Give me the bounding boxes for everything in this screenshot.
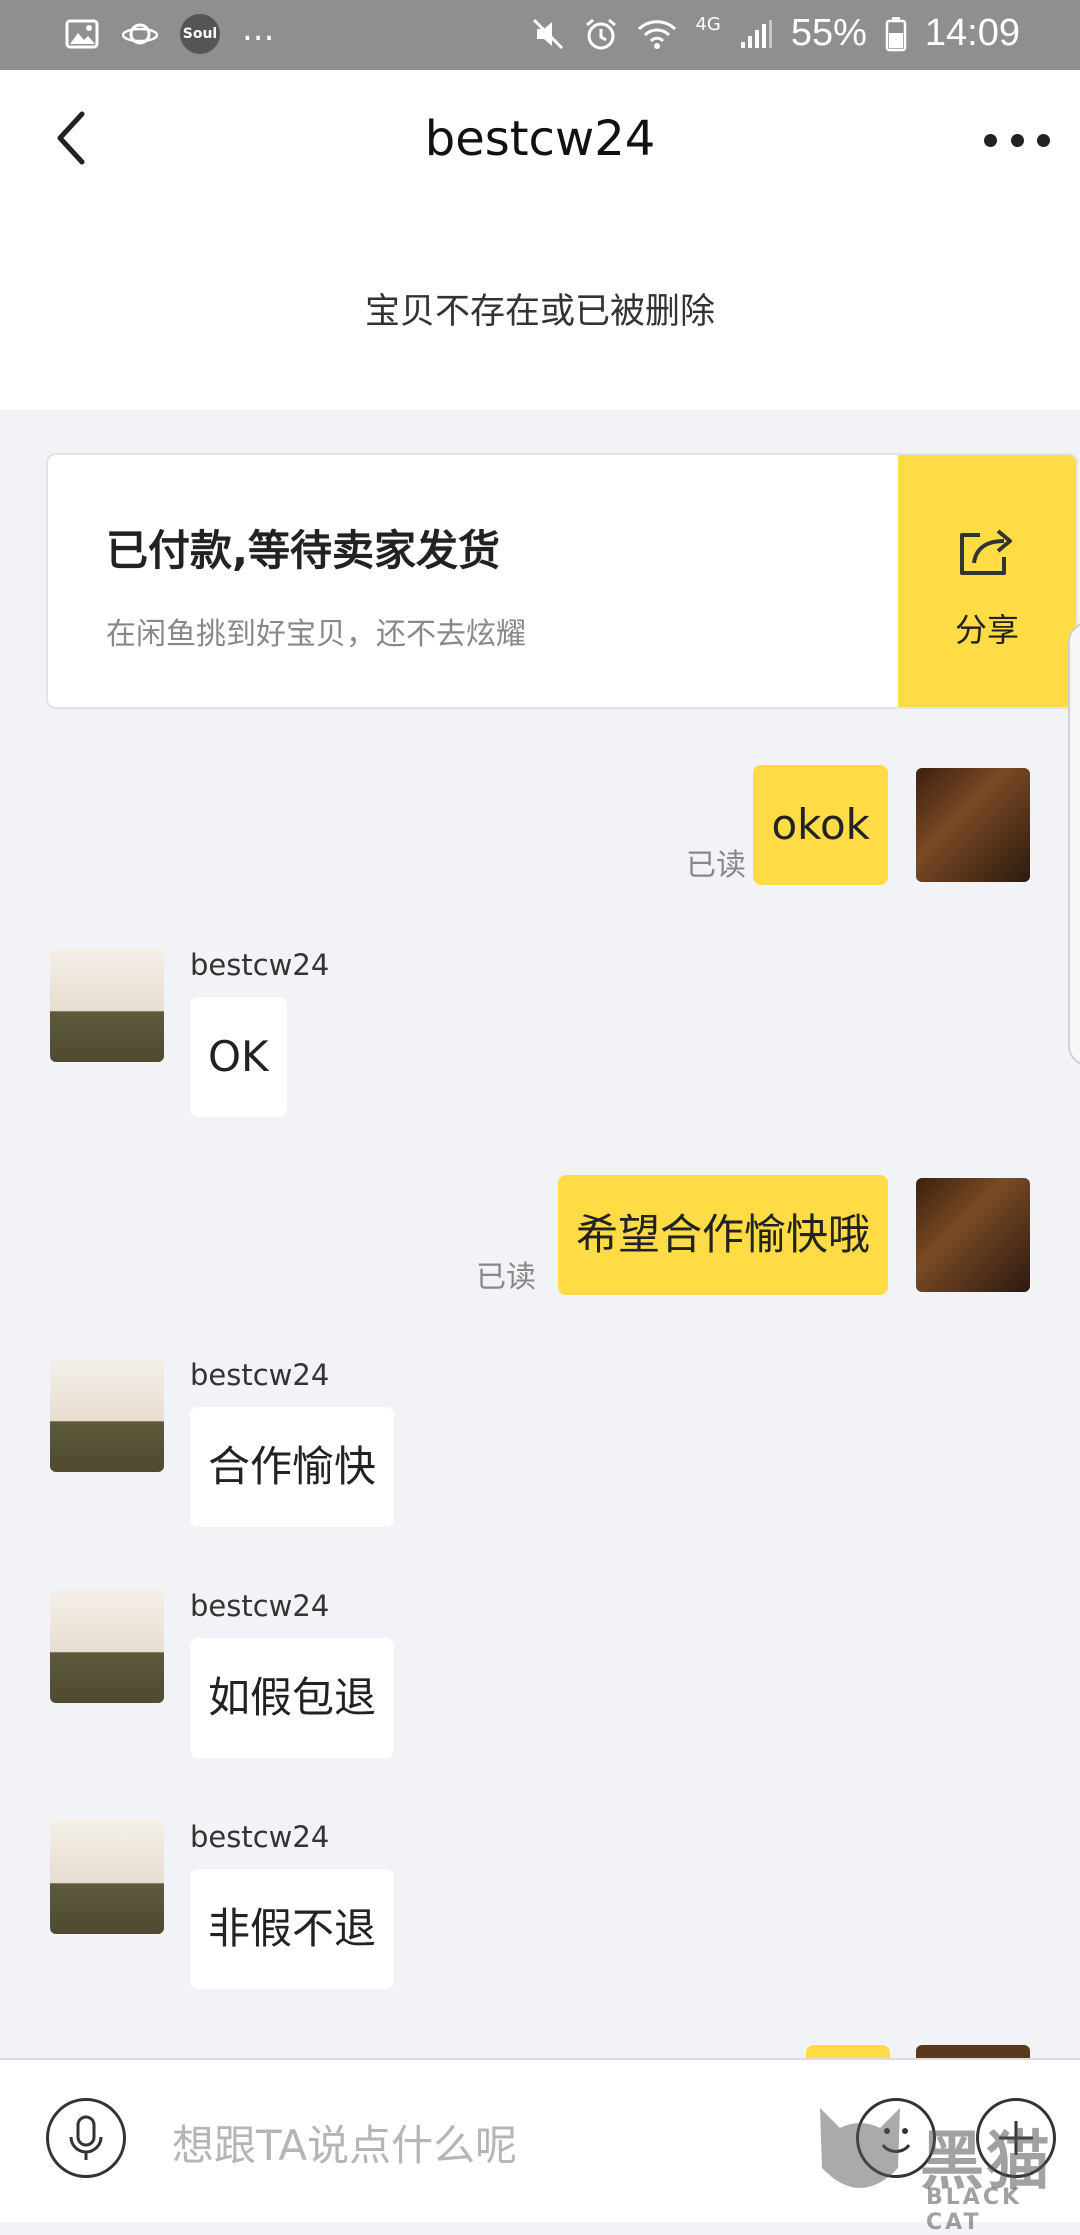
sender-name: bestcw24 <box>190 948 330 982</box>
mute-icon <box>533 18 564 49</box>
contact-avatar[interactable] <box>50 1820 164 1934</box>
status-right-icons: 4G 55% 14:09 <box>531 12 1020 55</box>
more-options-button[interactable] <box>984 120 1050 160</box>
message-bubble-received[interactable]: 非假不退 <box>190 1869 395 1989</box>
page-title: bestcw24 <box>424 111 656 167</box>
alarm-icon <box>586 18 617 49</box>
message-bubble-sent[interactable]: okok <box>753 765 888 885</box>
status-bar: Soul ... 4G 55% 14:09 <box>0 0 1080 70</box>
more-notifications-icon: ... <box>242 9 275 49</box>
battery-icon <box>885 16 907 51</box>
gallery-icon <box>64 16 100 52</box>
message-bubble-sent[interactable]: 希望合作愉快哦 <box>557 1175 888 1295</box>
network-type: 4G <box>695 14 721 35</box>
contact-avatar[interactable] <box>50 1358 164 1472</box>
order-status-title: 已付款,等待卖家发货 <box>106 526 500 575</box>
microphone-icon <box>69 2115 103 2160</box>
planet-icon <box>122 16 158 52</box>
sender-name: bestcw24 <box>190 1589 330 1623</box>
voice-button[interactable] <box>46 2098 126 2178</box>
battery-percent: 55% <box>790 12 867 54</box>
my-avatar[interactable] <box>916 768 1030 882</box>
soul-app-icon: Soul <box>180 14 220 54</box>
signal-icon <box>740 19 772 48</box>
message-bubble-received[interactable]: 合作愉快 <box>190 1407 395 1527</box>
watermark-subtext: BLACK CAT <box>926 2185 1023 2235</box>
order-status-card[interactable]: 已付款,等待卖家发货 在闲鱼挑到好宝贝，还不去炫耀 分享 <box>46 453 1078 709</box>
sender-name: bestcw24 <box>190 1820 330 1854</box>
message-bubble-received[interactable]: OK <box>190 997 287 1117</box>
sender-name: bestcw24 <box>190 1358 330 1392</box>
wifi-icon <box>638 19 677 49</box>
share-button[interactable]: 分享 <box>898 455 1076 707</box>
black-cat-logo-icon <box>820 2108 900 2188</box>
read-status: 已读 <box>476 1260 536 1295</box>
message-input-bar: 想跟TA说点什么呢 <box>0 2058 1080 2222</box>
share-label: 分享 <box>954 611 1019 649</box>
item-notice: 宝贝不存在或已被删除 <box>364 292 715 332</box>
order-status-subtitle: 在闲鱼挑到好宝贝，还不去炫耀 <box>106 617 526 652</box>
my-avatar[interactable] <box>916 1178 1030 1292</box>
message-input[interactable]: 想跟TA说点什么呢 <box>172 2112 517 2173</box>
side-drawer-handle[interactable] <box>1068 622 1080 1066</box>
message-bubble-received[interactable]: 如假包退 <box>190 1638 395 1758</box>
contact-avatar[interactable] <box>50 1589 164 1703</box>
clock: 14:09 <box>924 12 1020 54</box>
read-status: 已读 <box>686 848 746 883</box>
contact-avatar[interactable] <box>50 948 164 1062</box>
share-icon <box>960 529 1012 575</box>
status-left-icons: Soul ... <box>64 9 275 54</box>
